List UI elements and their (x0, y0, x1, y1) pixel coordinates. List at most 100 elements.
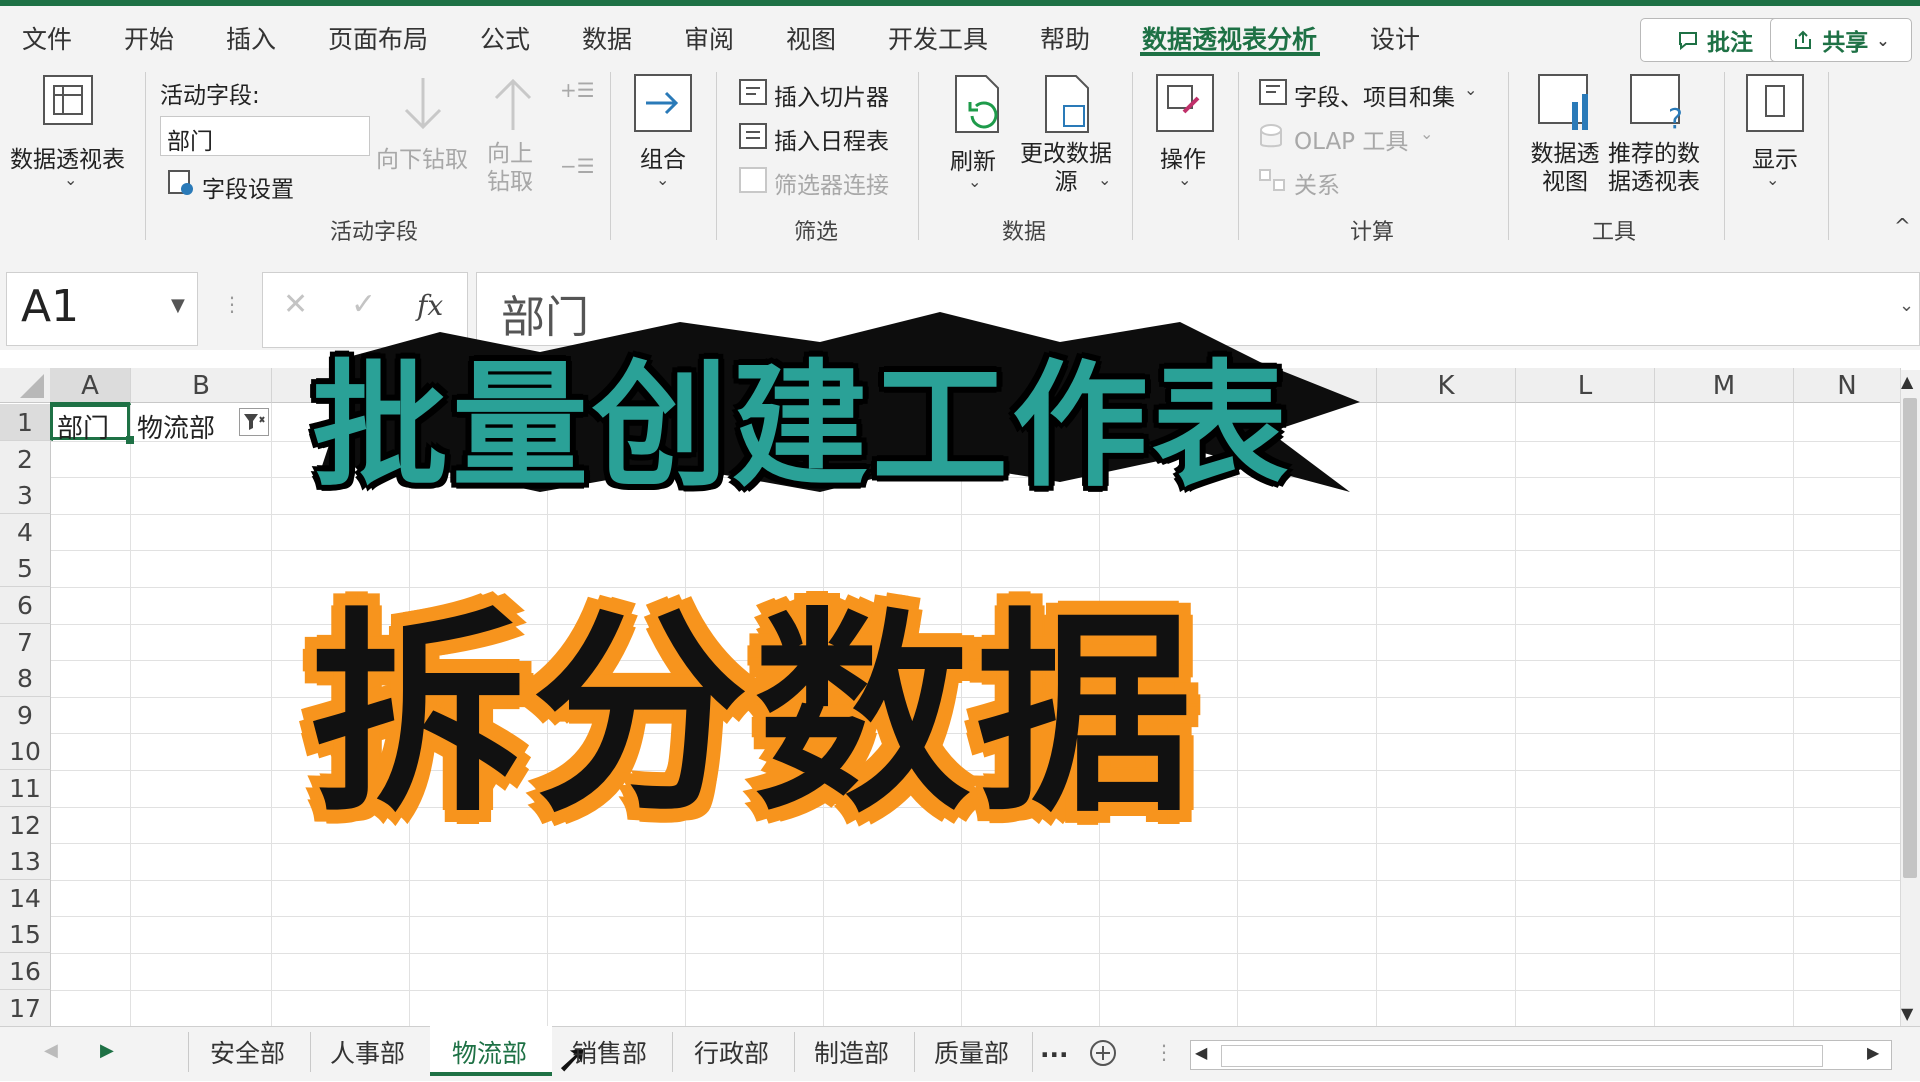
sheet-tab-hr[interactable]: 人事部 (330, 1034, 405, 1070)
actions-chevron-icon[interactable]: ⌄ (1178, 170, 1191, 189)
olap-chevron-icon[interactable]: ⌄ (1420, 124, 1433, 143)
tab-pivot-analyze[interactable]: 数据透视表分析 (1142, 20, 1317, 56)
fields-items-chevron-icon[interactable]: ⌄ (1464, 80, 1477, 99)
column-header-l[interactable]: L (1516, 368, 1655, 403)
row-header[interactable]: 4 (0, 513, 51, 551)
row-header[interactable]: 7 (0, 623, 51, 661)
tab-view[interactable]: 视图 (786, 20, 836, 56)
row-header[interactable]: 13 (0, 843, 51, 881)
scroll-right-icon[interactable]: ▶ (1867, 1043, 1879, 1062)
tab-split-icon[interactable]: ⋮ (1154, 1040, 1174, 1064)
expand-formula-icon[interactable]: ⌄ (1899, 295, 1914, 316)
more-sheets-button[interactable]: ... (1040, 1034, 1069, 1063)
refresh-chevron-icon[interactable]: ⌄ (968, 172, 981, 191)
filter-icon (244, 414, 265, 430)
tab-page-layout[interactable]: 页面布局 (328, 20, 428, 56)
tab-data[interactable]: 数据 (582, 20, 632, 56)
row-gridline (50, 513, 1900, 515)
more-options-icon[interactable]: ⋮ (222, 292, 242, 316)
row-header[interactable]: 2 (0, 440, 51, 478)
tab-review[interactable]: 审阅 (684, 20, 734, 56)
insert-timeline-button[interactable]: 插入日程表 (774, 122, 889, 156)
collapse-ribbon-icon[interactable]: ^ (1894, 214, 1911, 238)
horizontal-scroll-thumb[interactable] (1221, 1045, 1823, 1067)
column-header-n[interactable]: N (1794, 368, 1901, 403)
active-field-input[interactable]: 部门 (160, 116, 370, 156)
pivot-table-chevron-icon[interactable]: ⌄ (64, 170, 77, 189)
horizontal-scrollbar[interactable]: ◀ ▶ (1190, 1040, 1892, 1070)
expand-field-icon[interactable]: +☰ (560, 78, 595, 102)
row-header[interactable]: 15 (0, 916, 51, 954)
sheet-tab-admin[interactable]: 行政部 (694, 1034, 769, 1070)
row-header[interactable]: 16 (0, 953, 51, 990)
row-header[interactable]: 1 (0, 404, 53, 441)
show-button[interactable]: 显示 (1752, 140, 1798, 174)
tab-formulas[interactable]: 公式 (480, 20, 530, 56)
scroll-left-icon[interactable]: ◀ (1195, 1043, 1207, 1062)
comments-button[interactable]: 批注 (1640, 18, 1790, 62)
sheet-tab-safety[interactable]: 安全部 (210, 1034, 285, 1070)
show-chevron-icon[interactable]: ⌄ (1766, 170, 1779, 189)
filter-connections-button[interactable]: 筛选器连接 (774, 166, 889, 200)
share-chevron-icon[interactable]: ⌄ (1876, 31, 1889, 50)
row-header[interactable]: 6 (0, 587, 51, 624)
sheet-tab-quality[interactable]: 质量部 (934, 1034, 1009, 1070)
tab-insert[interactable]: 插入 (226, 20, 276, 56)
relationships-button[interactable]: 关系 (1294, 166, 1340, 200)
row-header[interactable]: 3 (0, 477, 51, 515)
prev-sheet-icon[interactable]: ◀ (44, 1040, 58, 1061)
row-header[interactable]: 9 (0, 696, 51, 734)
vertical-scroll-thumb[interactable] (1903, 398, 1917, 878)
row-header[interactable]: 12 (0, 806, 51, 844)
tab-file[interactable]: 文件 (22, 20, 72, 56)
cell-a1[interactable]: 部门 (50, 404, 130, 444)
column-header-b[interactable]: B (131, 368, 272, 403)
fields-items-sets-button[interactable]: 字段、项目和集 (1294, 78, 1455, 112)
drill-up-chevron-icon[interactable]: ⌄ (522, 170, 535, 189)
name-box[interactable]: A1 ▼ (6, 272, 198, 346)
refresh-button[interactable]: 刷新 (950, 142, 996, 176)
add-sheet-icon[interactable] (1088, 1038, 1118, 1068)
sheet-tab-sales[interactable]: 销售部 (572, 1034, 647, 1070)
pivot-table-icon[interactable] (40, 72, 96, 128)
combine-button[interactable]: 组合 (640, 140, 686, 174)
row-header[interactable]: 10 (0, 733, 51, 771)
recommended-pivot-button[interactable]: 推荐的数据透视表 (1604, 140, 1704, 196)
row-header[interactable]: 11 (0, 770, 51, 807)
sheet-tab-manufacturing[interactable]: 制造部 (814, 1034, 889, 1070)
column-header-a[interactable]: A (50, 368, 131, 405)
share-button[interactable]: 共享 ⌄ (1770, 18, 1912, 62)
tab-home[interactable]: 开始 (124, 20, 174, 56)
drill-down-button[interactable]: 向下钻取 (376, 140, 468, 174)
tab-separator (672, 1032, 673, 1072)
row-gridline (50, 989, 1900, 991)
scroll-down-icon[interactable]: ▼ (1901, 1004, 1913, 1023)
row-header[interactable]: 8 (0, 660, 51, 698)
pivot-chart-button[interactable]: 数据透视图 (1520, 140, 1610, 196)
tab-help[interactable]: 帮助 (1040, 20, 1090, 56)
column-header-k[interactable]: K (1377, 368, 1516, 403)
change-source-chevron-icon[interactable]: ⌄ (1098, 170, 1111, 189)
column-header-m[interactable]: M (1655, 368, 1794, 403)
group-label-calc: 计算 (1350, 220, 1395, 245)
row-header[interactable]: 14 (0, 879, 51, 917)
group-arrow-icon[interactable] (632, 72, 694, 134)
next-sheet-icon[interactable]: ▶ (100, 1040, 114, 1061)
row-header[interactable]: 5 (0, 550, 51, 588)
collapse-field-icon[interactable]: −☰ (560, 154, 595, 178)
olap-tools-button[interactable]: OLAP 工具 (1294, 122, 1408, 156)
filter-button[interactable] (239, 408, 269, 436)
sheet-tab-logistics[interactable]: 物流部 (452, 1034, 527, 1070)
field-settings-button[interactable]: 字段设置 (202, 170, 294, 204)
tab-developer[interactable]: 开发工具 (888, 20, 988, 56)
tab-design[interactable]: 设计 (1370, 20, 1420, 56)
name-box-dropdown-icon[interactable]: ▼ (171, 295, 185, 316)
row-header[interactable]: 17 (0, 989, 51, 1027)
select-all-corner[interactable] (0, 368, 51, 403)
actions-button[interactable]: 操作 (1160, 140, 1206, 174)
combine-chevron-icon[interactable]: ⌄ (656, 170, 669, 189)
insert-slicer-button[interactable]: 插入切片器 (774, 78, 889, 112)
cell-b1[interactable]: 物流部 (131, 404, 271, 444)
pivot-table-button[interactable]: 数据透视表 (10, 140, 125, 174)
scroll-up-icon[interactable]: ▲ (1901, 372, 1913, 391)
